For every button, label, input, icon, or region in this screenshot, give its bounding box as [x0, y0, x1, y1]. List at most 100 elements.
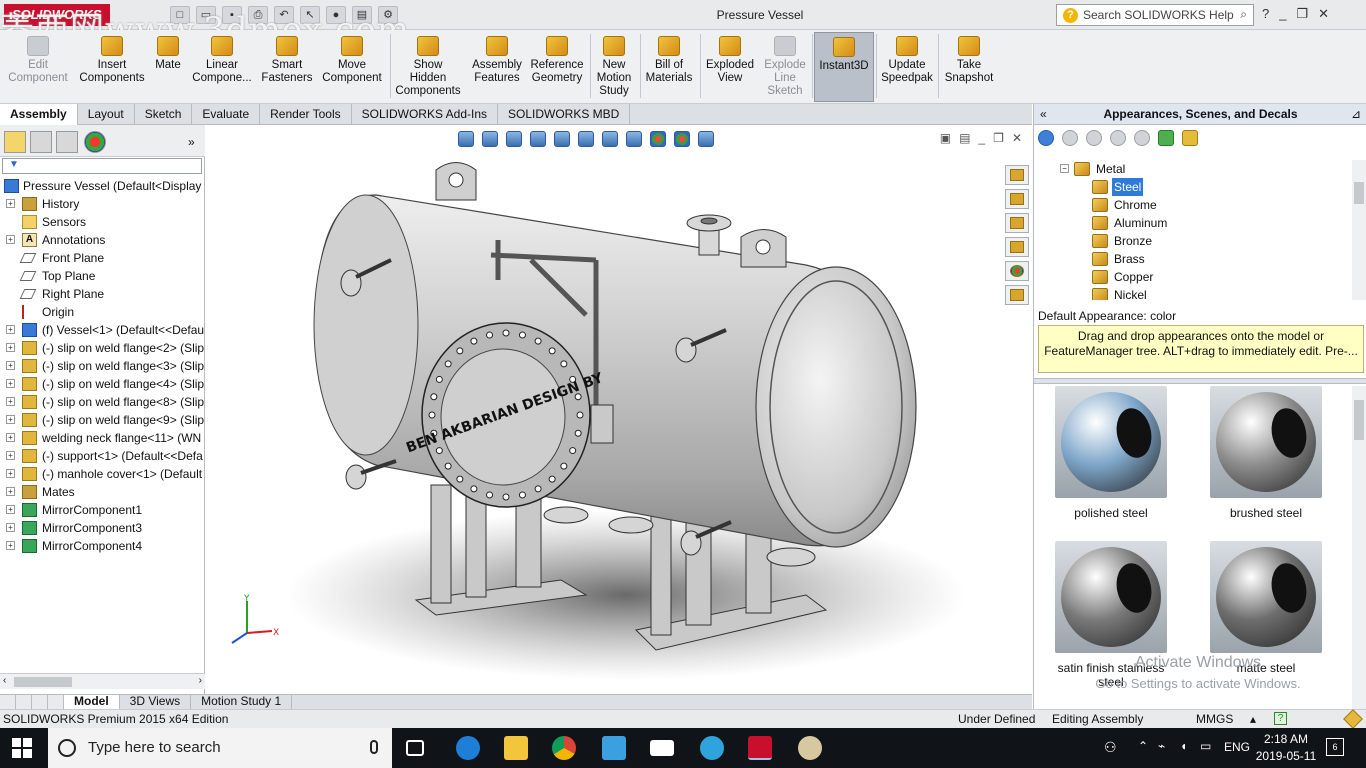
telegram-icon[interactable] — [700, 736, 724, 760]
expand-toggle-icon[interactable]: + — [6, 325, 15, 334]
expand-toggle-icon[interactable]: + — [6, 379, 15, 388]
unit-menu-icon[interactable]: ▴ — [1250, 710, 1256, 728]
expand-toggle-icon[interactable]: + — [6, 361, 15, 370]
scroll-left-icon[interactable]: ‹ — [3, 675, 6, 686]
appearance-category-item[interactable]: Steel — [1034, 178, 1366, 196]
update-speedpak-button[interactable]: Update Speedpak — [878, 32, 936, 102]
tree-item[interactable]: + (-) slip on weld flange<2> (Slip — [0, 339, 205, 357]
search-icon[interactable]: ⌕ — [1240, 7, 1247, 22]
help-search-input[interactable]: ? Search SOLIDWORKS Help ⌕ — [1056, 4, 1254, 26]
tab-solidworks-addins[interactable]: SOLIDWORKS Add-Ins — [352, 104, 498, 125]
display-manager-icon[interactable] — [84, 131, 106, 153]
solidworks-resources-icon[interactable] — [1005, 165, 1029, 185]
battery-icon[interactable]: ▭ — [1200, 739, 1211, 753]
pane-splitter[interactable] — [1034, 378, 1366, 384]
featuremanager-tree-icon[interactable] — [4, 131, 26, 153]
rebuild-status-icon[interactable] — [1343, 709, 1363, 729]
mate-button[interactable]: Mate — [150, 32, 186, 102]
take-snapshot-button[interactable]: Take Snapshot — [940, 32, 998, 102]
appearance-category-item[interactable]: Chrome — [1034, 196, 1366, 214]
tree-item[interactable]: + (-) slip on weld flange<8> (Slip — [0, 393, 205, 411]
scrollbar-thumb[interactable] — [14, 677, 72, 687]
instant3d-button[interactable]: Instant3D — [814, 32, 874, 102]
expand-toggle-icon[interactable]: + — [6, 199, 15, 208]
tab-nav-first-icon[interactable] — [0, 695, 16, 709]
people-icon[interactable]: ⚇ — [1104, 739, 1117, 756]
unit-system[interactable]: MMGS — [1196, 710, 1233, 728]
store-icon[interactable] — [602, 736, 626, 760]
expand-toggle-icon[interactable]: + — [6, 523, 15, 532]
up-level-icon[interactable] — [1182, 130, 1198, 146]
back-icon[interactable] — [1038, 130, 1054, 146]
tree-item[interactable]: + A Annotations — [0, 231, 205, 249]
appearance-category-item[interactable]: Brass — [1034, 250, 1366, 268]
tree-item[interactable]: + MirrorComponent4 — [0, 537, 205, 555]
task-view-icon[interactable] — [406, 740, 424, 756]
library-tree-scrollbar[interactable] — [1352, 160, 1366, 300]
volume-icon[interactable]: ◖ — [1180, 739, 1187, 753]
new-folder-icon[interactable] — [1134, 130, 1150, 146]
tab-evaluate[interactable]: Evaluate — [192, 104, 261, 125]
appearance-category-item[interactable]: − Metal — [1034, 160, 1366, 178]
scrollbar-thumb[interactable] — [1354, 182, 1364, 204]
tab-render-tools[interactable]: Render Tools — [260, 104, 352, 125]
tree-item[interactable]: + (-) slip on weld flange<4> (Slip — [0, 375, 205, 393]
help-menu-icon[interactable]: ? — [1262, 6, 1269, 22]
edit-component-button[interactable]: Edit Component — [4, 32, 72, 102]
add-location-icon[interactable] — [1086, 130, 1102, 146]
clock-date[interactable]: 2019-05-11 — [1248, 749, 1324, 763]
help-status-icon[interactable]: ? — [1274, 712, 1287, 725]
property-manager-icon[interactable] — [30, 131, 52, 153]
exploded-view-button[interactable]: Exploded View — [702, 32, 758, 102]
minimize-button[interactable]: _ — [1279, 6, 1286, 22]
refresh-icon[interactable] — [1158, 130, 1174, 146]
network-icon[interactable]: ⌁ — [1158, 739, 1165, 753]
scroll-right-icon[interactable]: › — [199, 675, 202, 686]
folder-icon[interactable] — [1110, 130, 1126, 146]
tab-solidworks-mbd[interactable]: SOLIDWORKS MBD — [498, 104, 631, 125]
appearance-category-item[interactable]: Copper — [1034, 268, 1366, 286]
tab-sketch[interactable]: Sketch — [135, 104, 193, 125]
expand-panel-icon[interactable]: » — [188, 135, 195, 149]
forward-icon[interactable] — [1062, 130, 1078, 146]
design-library-icon[interactable] — [1005, 189, 1029, 209]
microphone-icon[interactable] — [370, 740, 378, 754]
tab-3d-views[interactable]: 3D Views — [120, 695, 192, 709]
expand-toggle-icon[interactable]: + — [6, 433, 15, 442]
tree-item[interactable]: + MirrorComponent3 — [0, 519, 205, 537]
language-indicator[interactable]: ENG — [1224, 740, 1250, 754]
tree-item[interactable]: Top Plane — [0, 267, 205, 285]
appearance-swatch[interactable]: polished steel — [1046, 386, 1176, 520]
show-hidden-icons-chevron[interactable]: ⌃ — [1138, 739, 1148, 753]
tab-layout[interactable]: Layout — [78, 104, 135, 125]
tree-root-assembly[interactable]: Pressure Vessel (Default<Display S — [0, 177, 205, 195]
expand-toggle-icon[interactable]: + — [6, 469, 15, 478]
swatch-scrollbar[interactable] — [1352, 386, 1366, 709]
tree-item[interactable]: + (-) support<1> (Default<<Defa — [0, 447, 205, 465]
tree-item[interactable]: + (-) manhole cover<1> (Default — [0, 465, 205, 483]
tree-filter-input[interactable]: ▼ — [2, 158, 202, 174]
tree-item[interactable]: Sensors — [0, 213, 205, 231]
tree-item[interactable]: + (f) Vessel<1> (Default<<Defau — [0, 321, 205, 339]
explode-line-sketch-button[interactable]: Explode Line Sketch — [760, 32, 810, 102]
pressure-vessel-model[interactable]: BEN AKBARIAN DESIGN BY — [206, 125, 1032, 695]
tree-horizontal-scrollbar[interactable]: ‹ › — [0, 673, 205, 689]
file-explorer-taskbar-icon[interactable] — [504, 736, 528, 760]
edge-browser-icon[interactable] — [456, 736, 480, 760]
tree-item[interactable]: + MirrorComponent1 — [0, 501, 205, 519]
appearance-category-item[interactable]: Aluminum — [1034, 214, 1366, 232]
appearance-swatch[interactable]: brushed steel — [1201, 386, 1331, 520]
tab-nav-prev-icon[interactable] — [16, 695, 32, 709]
tab-nav-next-icon[interactable] — [32, 695, 48, 709]
tree-item[interactable]: + History — [0, 195, 205, 213]
configuration-manager-icon[interactable] — [56, 131, 78, 153]
tab-motion-study-1[interactable]: Motion Study 1 — [191, 695, 293, 709]
clock-time[interactable]: 2:18 AM — [1256, 732, 1316, 746]
windows-start-icon[interactable] — [12, 738, 32, 758]
scrollbar-thumb[interactable] — [1354, 400, 1364, 440]
chrome-icon[interactable] — [552, 736, 576, 760]
appearance-category-item[interactable]: Nickel — [1034, 286, 1366, 300]
tree-item[interactable]: Origin — [0, 303, 205, 321]
view-palette-icon[interactable] — [1005, 237, 1029, 257]
bill-of-materials-button[interactable]: Bill of Materials — [642, 32, 696, 102]
